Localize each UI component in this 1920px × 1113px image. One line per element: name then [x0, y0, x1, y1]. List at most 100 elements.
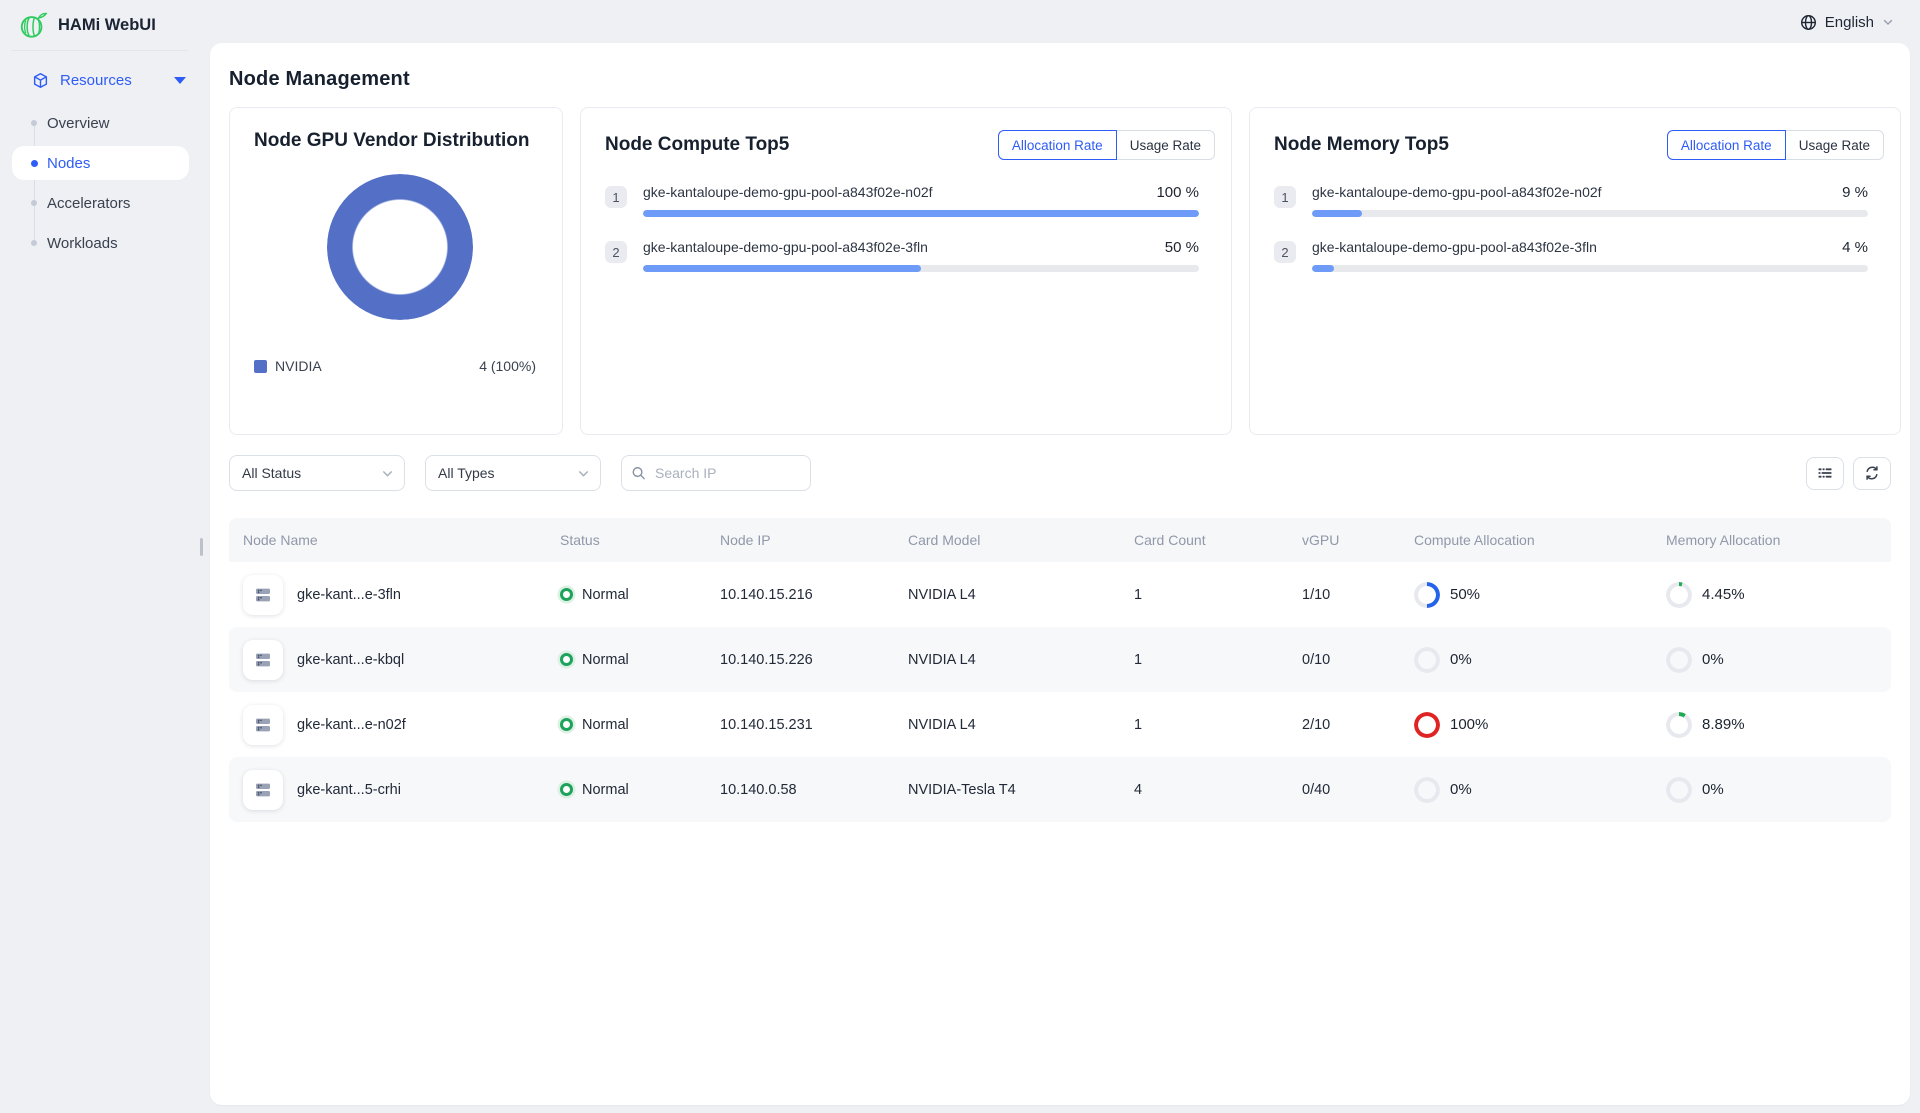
chevron-down-icon: [577, 467, 590, 480]
progress-bar-fill: [643, 265, 921, 272]
compute-card-title: Node Compute Top5: [605, 134, 789, 156]
compute-allocation-rate-tab[interactable]: Allocation Rate: [998, 130, 1117, 160]
refresh-button[interactable]: [1853, 457, 1891, 490]
progress-bar-fill: [643, 210, 1199, 217]
top5-row: 1 gke-kantaloupe-demo-gpu-pool-a843f02e-…: [1274, 184, 1884, 217]
refresh-icon: [1864, 465, 1880, 481]
memory-rate-toggle: Allocation Rate Usage Rate: [1667, 130, 1884, 160]
rank-badge: 2: [1274, 241, 1296, 263]
top5-percent: 100 %: [1156, 184, 1199, 201]
column-header-vgpu: vGPU: [1288, 532, 1400, 548]
donut-ring: [327, 174, 473, 320]
column-header-compute-allocation: Compute Allocation: [1400, 532, 1652, 548]
column-settings-icon: [1817, 465, 1833, 481]
table-row[interactable]: gke-kant...e-n02f Normal 10.140.15.231 N…: [229, 692, 1891, 757]
memory-allocation-rate-tab[interactable]: Allocation Rate: [1667, 130, 1786, 160]
table-row[interactable]: gke-kant...5-crhi Normal 10.140.0.58 NVI…: [229, 757, 1891, 822]
bullet-icon: [31, 200, 37, 206]
sidebar-item-nodes[interactable]: Nodes: [12, 146, 189, 180]
compute-rate-toggle: Allocation Rate Usage Rate: [998, 130, 1215, 160]
card-model: NVIDIA-Tesla T4: [894, 782, 1120, 798]
page-title: Node Management: [229, 68, 1901, 91]
sidebar-resize-handle[interactable]: [200, 538, 203, 556]
top5-node-name: gke-kantaloupe-demo-gpu-pool-a843f02e-3f…: [643, 239, 928, 255]
type-filter-select[interactable]: All Types: [425, 455, 601, 491]
node-name: gke-kant...e-n02f: [297, 717, 406, 733]
memory-allocation-ring: [1666, 582, 1692, 608]
filter-bar: All Status All Types: [229, 455, 1901, 491]
column-header-memory-allocation: Memory Allocation: [1652, 532, 1891, 548]
progress-bar-fill: [1312, 265, 1334, 272]
memory-allocation-ring: [1666, 777, 1692, 803]
hami-logo-icon: [18, 9, 48, 41]
app-root: HAMi WebUI Resources Overview Nodes: [0, 0, 1920, 1113]
column-header-card-count: Card Count: [1120, 532, 1288, 548]
legend-swatch: [254, 360, 267, 373]
sidebar: HAMi WebUI Resources Overview Nodes: [0, 0, 210, 1113]
vgpu-value: 2/10: [1288, 717, 1400, 733]
status-normal-icon: [560, 783, 573, 796]
sidebar-section-resources[interactable]: Resources: [0, 59, 210, 101]
memory-top5-card: Node Memory Top5 Allocation Rate Usage R…: [1249, 107, 1901, 435]
node-ip: 10.140.0.58: [706, 782, 894, 798]
memory-allocation-value: 8.89%: [1702, 716, 1745, 733]
column-header-status: Status: [546, 532, 706, 548]
server-icon: [243, 770, 283, 810]
sidebar-items: Overview Nodes Accelerators Workloads: [0, 103, 210, 263]
status-label: Normal: [582, 587, 629, 603]
progress-bar: [643, 265, 1199, 272]
card-model: NVIDIA L4: [894, 587, 1120, 603]
chevron-down-icon: [381, 467, 394, 480]
card-count: 1: [1120, 717, 1288, 733]
memory-allocation-ring: [1666, 712, 1692, 738]
column-header-node-ip: Node IP: [706, 532, 894, 548]
card-model: NVIDIA L4: [894, 717, 1120, 733]
table-row[interactable]: gke-kant...e-3fln Normal 10.140.15.216 N…: [229, 562, 1891, 627]
memory-allocation-ring: [1666, 647, 1692, 673]
app-title: HAMi WebUI: [58, 16, 156, 35]
server-icon: [243, 640, 283, 680]
memory-card-title: Node Memory Top5: [1274, 134, 1449, 156]
compute-allocation-ring: [1414, 712, 1440, 738]
compute-allocation-value: 100%: [1450, 716, 1488, 733]
top5-node-name: gke-kantaloupe-demo-gpu-pool-a843f02e-n0…: [1312, 184, 1602, 200]
bullet-icon: [31, 160, 38, 167]
status-label: Normal: [582, 717, 629, 733]
caret-down-icon: [174, 77, 186, 84]
type-filter-value: All Types: [438, 465, 495, 481]
column-settings-button[interactable]: [1806, 457, 1844, 490]
status-filter-value: All Status: [242, 465, 301, 481]
status-normal-icon: [560, 588, 573, 601]
compute-allocation-ring: [1414, 777, 1440, 803]
server-icon: [243, 705, 283, 745]
progress-bar: [1312, 265, 1868, 272]
sidebar-section-label: Resources: [60, 72, 174, 89]
status-label: Normal: [582, 782, 629, 798]
status-filter-select[interactable]: All Status: [229, 455, 405, 491]
node-ip: 10.140.15.231: [706, 717, 894, 733]
bullet-icon: [31, 240, 37, 246]
compute-usage-rate-tab[interactable]: Usage Rate: [1116, 130, 1215, 160]
legend-label: NVIDIA: [275, 358, 479, 374]
column-header-card-model: Card Model: [894, 532, 1120, 548]
memory-allocation-value: 0%: [1702, 651, 1724, 668]
table-row[interactable]: gke-kant...e-kbql Normal 10.140.15.226 N…: [229, 627, 1891, 692]
top5-node-name: gke-kantaloupe-demo-gpu-pool-a843f02e-3f…: [1312, 239, 1597, 255]
sidebar-item-accelerators[interactable]: Accelerators: [0, 183, 210, 223]
vendor-card-title: Node GPU Vendor Distribution: [254, 130, 546, 152]
language-selector[interactable]: English: [1800, 0, 1894, 44]
sidebar-divider: [11, 50, 188, 51]
compute-allocation-value: 50%: [1450, 586, 1480, 603]
sidebar-item-workloads[interactable]: Workloads: [0, 223, 210, 263]
vgpu-value: 0/10: [1288, 652, 1400, 668]
sidebar-item-label: Overview: [47, 115, 110, 132]
column-header-node-name: Node Name: [229, 532, 546, 548]
search-ip-input[interactable]: [621, 455, 811, 491]
top5-row: 2 gke-kantaloupe-demo-gpu-pool-a843f02e-…: [1274, 239, 1884, 272]
sidebar-item-label: Accelerators: [47, 195, 130, 212]
memory-usage-rate-tab[interactable]: Usage Rate: [1785, 130, 1884, 160]
node-name: gke-kant...e-kbql: [297, 652, 404, 668]
language-label: English: [1825, 14, 1874, 31]
search-icon: [631, 466, 646, 481]
sidebar-item-overview[interactable]: Overview: [0, 103, 210, 143]
